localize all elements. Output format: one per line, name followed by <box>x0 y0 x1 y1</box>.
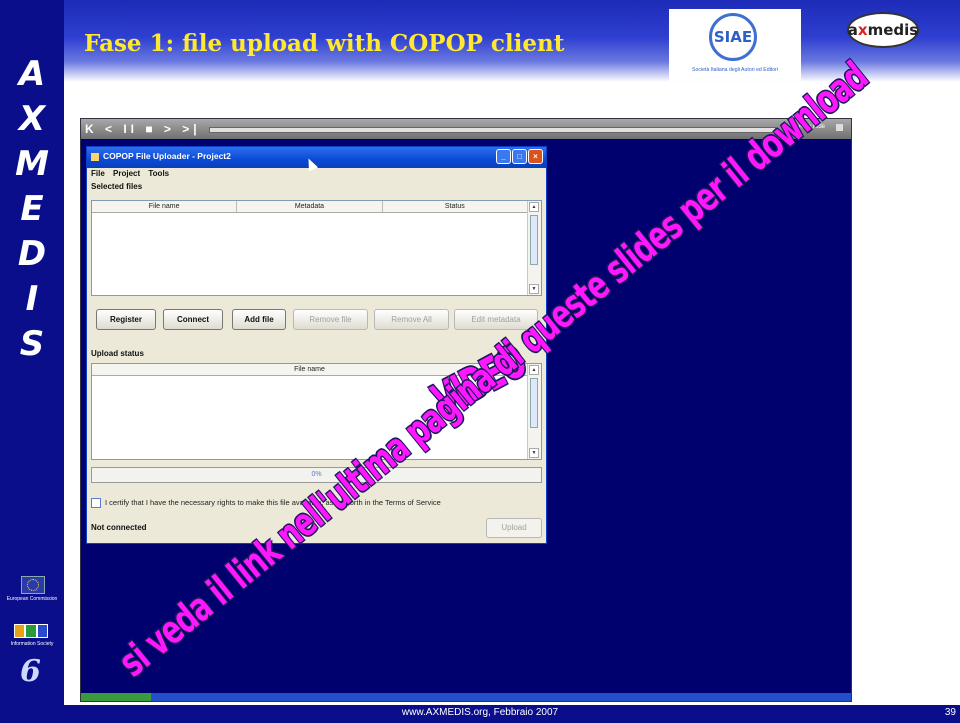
logo-letter: X <box>18 99 46 139</box>
menu-bar: File Project Tools <box>91 169 175 178</box>
logo-letter: D <box>17 234 47 274</box>
recorded-taskbar <box>81 693 851 701</box>
menu-tools[interactable]: Tools <box>148 169 169 178</box>
column-header-file-name[interactable]: File name <box>92 201 238 212</box>
scroll-up-icon[interactable]: ▲ <box>529 365 539 375</box>
logo-letter: A <box>18 54 46 94</box>
connect-button[interactable]: Connect <box>163 309 223 330</box>
page-number: 39 <box>944 707 956 718</box>
scroll-down-icon[interactable]: ▼ <box>529 284 539 294</box>
add-file-button[interactable]: Add file <box>232 309 286 330</box>
maximize-icon[interactable]: □ <box>512 149 527 164</box>
selected-files-table[interactable]: File name Metadata Status ▲ ▼ <box>91 200 542 296</box>
scroll-thumb[interactable] <box>530 215 538 265</box>
app-icon <box>91 153 99 161</box>
column-header-metadata[interactable]: Metadata <box>237 201 383 212</box>
copop-uploader-window: COPOP File Uploader - Project2 _ □ × Fil… <box>86 146 547 544</box>
remove-all-button[interactable]: Remove All <box>374 309 449 330</box>
autohide-checkbox[interactable] <box>836 124 843 131</box>
certify-checkbox[interactable] <box>91 498 101 508</box>
fp6-logo: 6 <box>20 654 41 689</box>
upload-button[interactable]: Upload <box>486 518 542 538</box>
logo-letter: I <box>25 279 39 319</box>
close-icon[interactable]: × <box>528 149 543 164</box>
selected-files-scrollbar[interactable]: ▲ ▼ <box>527 201 541 295</box>
scroll-down-icon[interactable]: ▼ <box>529 448 539 458</box>
axmedis-logo-suffix: medis <box>867 21 919 39</box>
axmedis-logo: a x medis <box>847 12 919 48</box>
video-seek-track[interactable] <box>209 127 776 133</box>
logo-letter: S <box>19 324 45 364</box>
scroll-up-icon[interactable]: ▲ <box>529 202 539 212</box>
slide-title: Fase 1: file upload with COPOP client <box>84 30 565 57</box>
left-brand-bar: A X M E D I S European Commission Inform… <box>0 0 64 723</box>
upload-status-table[interactable]: File name ▲ ▼ <box>91 363 542 460</box>
scroll-thumb[interactable] <box>530 378 538 428</box>
menu-file[interactable]: File <box>91 169 105 178</box>
upload-status-scrollbar[interactable]: ▲ ▼ <box>527 364 541 459</box>
upload-progress-bar: 0% <box>91 467 542 483</box>
axmedis-logo-x: x <box>857 21 868 39</box>
ist-logo-icon <box>14 624 48 638</box>
logo-letter: E <box>20 189 44 229</box>
axmedis-vertical-logo: A X M E D I S <box>0 52 64 367</box>
menu-project[interactable]: Project <box>113 169 140 178</box>
upload-status-label: Upload status <box>91 349 144 358</box>
siae-caption: Società Italiana degli Autori ed Editori <box>692 67 778 73</box>
video-playback-buttons[interactable]: K < II ■ > >| <box>85 122 201 136</box>
selected-files-header: File name Metadata Status <box>92 201 528 213</box>
footer-url[interactable]: www.AXMEDIS.org, Febbraio 2007 <box>0 707 960 718</box>
autohide-label[interactable]: Auto Hide <box>799 124 825 130</box>
selected-files-label: Selected files <box>91 182 143 191</box>
eu-label: European Commission <box>6 596 58 602</box>
slide-header: Fase 1: file upload with COPOP client SI… <box>64 0 960 82</box>
remove-file-button[interactable]: Remove file <box>293 309 368 330</box>
axmedis-logo-prefix: a <box>847 21 858 39</box>
window-title: COPOP File Uploader - Project2 <box>103 151 231 161</box>
siae-logo: SIAE Società Italiana degli Autori ed Ed… <box>669 9 801 81</box>
edit-metadata-button[interactable]: Edit metadata <box>454 309 538 330</box>
eu-flag-icon <box>21 576 45 594</box>
column-header-status[interactable]: Status <box>383 201 528 212</box>
certify-label[interactable]: I certify that I have the necessary righ… <box>105 498 441 507</box>
connection-status: Not connected <box>91 523 147 532</box>
logo-letter: M <box>15 144 49 184</box>
slide-footer: www.AXMEDIS.org, Febbraio 2007 39 <box>0 705 960 723</box>
ist-label: Information Society <box>10 641 54 647</box>
minimize-icon[interactable]: _ <box>496 149 511 164</box>
video-control-bar: K < II ■ > >| Auto Hide <box>81 119 851 139</box>
column-header-file-name[interactable]: File name <box>92 364 528 375</box>
register-button[interactable]: Register <box>96 309 156 330</box>
upload-status-header: File name <box>92 364 528 376</box>
progress-text: 0% <box>311 471 322 478</box>
start-button <box>81 693 151 701</box>
siae-mark-icon: SIAE <box>709 13 757 61</box>
